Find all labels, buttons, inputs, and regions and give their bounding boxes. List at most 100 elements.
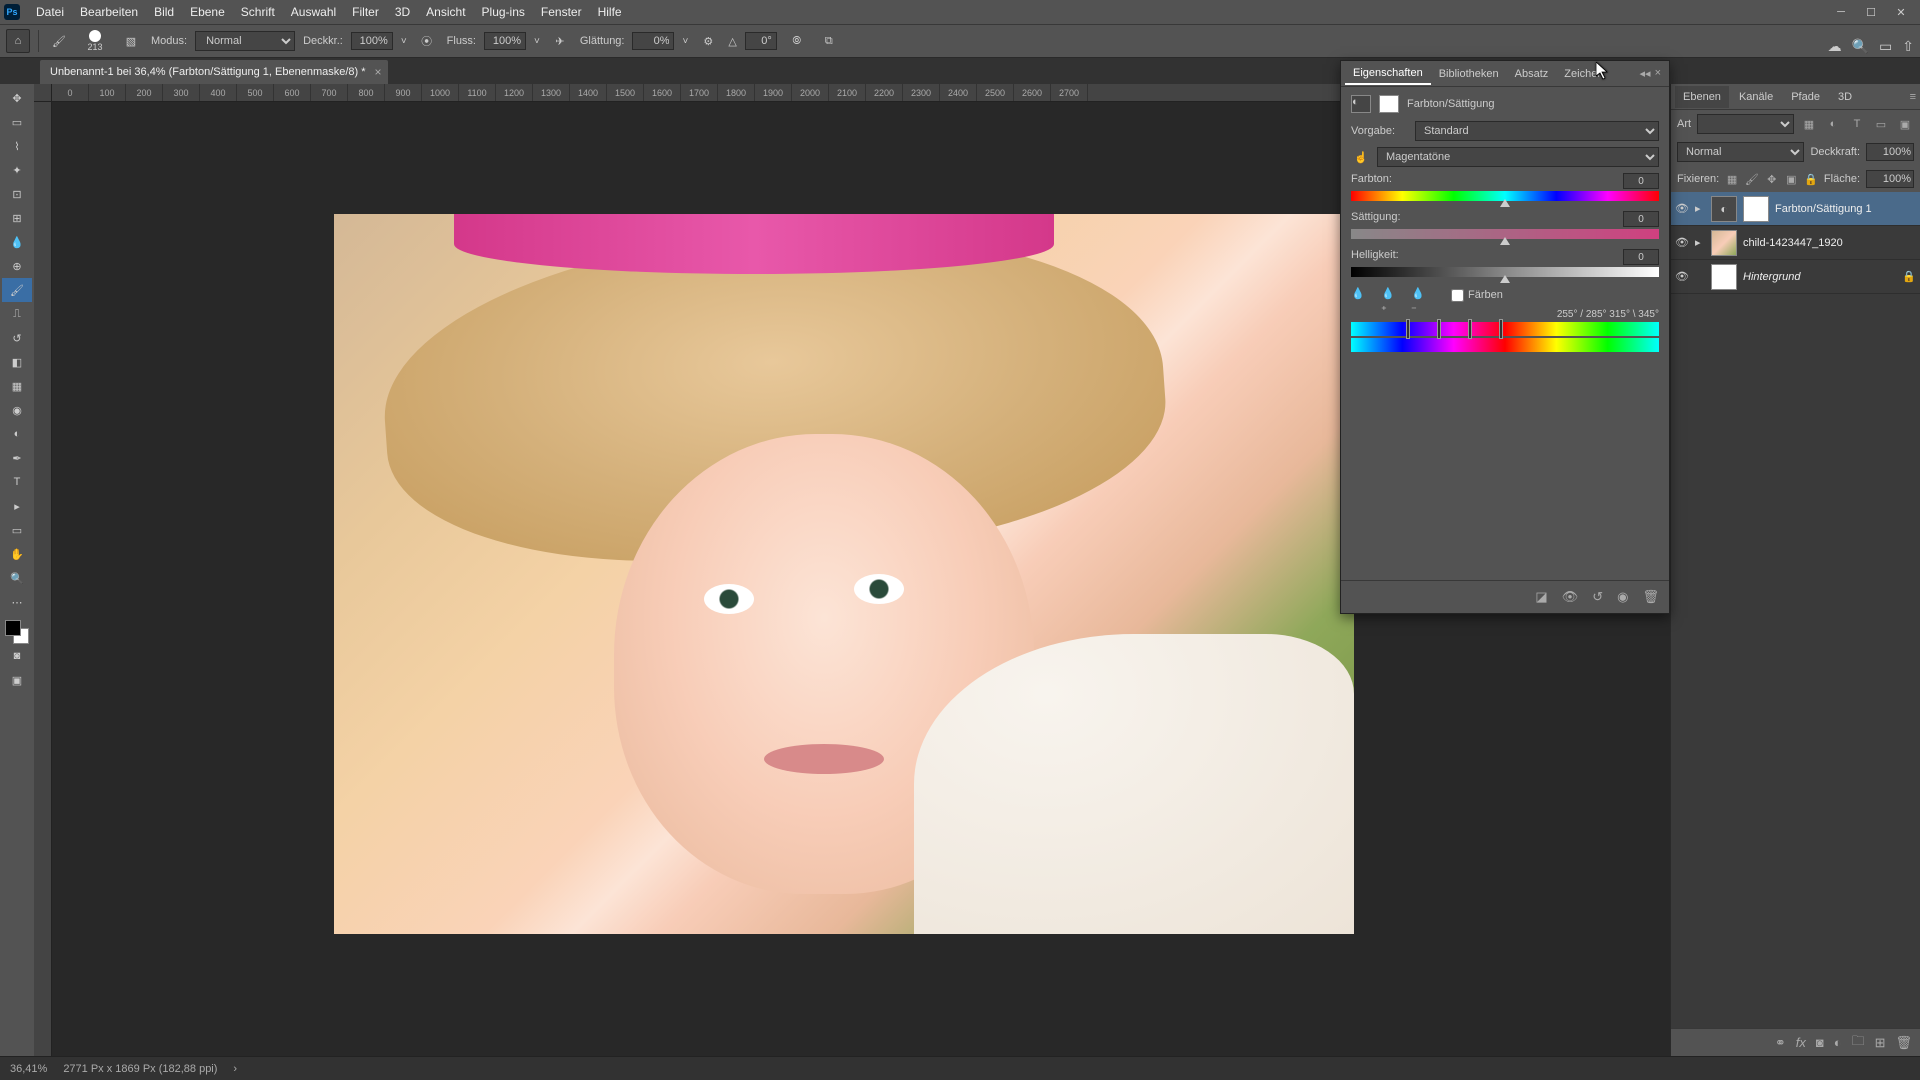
frame-icon[interactable]: ▭	[1879, 38, 1892, 55]
doc-info[interactable]: 2771 Px x 1869 Px (182,88 ppi)	[63, 1063, 217, 1075]
menu-bearbeiten[interactable]: Bearbeiten	[72, 0, 146, 24]
airbrush-icon[interactable]: ✈	[548, 29, 572, 53]
layer-name[interactable]: Farbton/Sättigung 1	[1775, 203, 1872, 215]
window-minimize[interactable]: ─	[1826, 0, 1856, 24]
group-icon[interactable]: 🗀	[1852, 1032, 1865, 1054]
blend-mode-select[interactable]: Normal	[195, 31, 295, 51]
edit-toolbar[interactable]: ⋯	[2, 590, 32, 614]
eraser-tool[interactable]: ◧	[2, 350, 32, 374]
menu-ebene[interactable]: Ebene	[182, 0, 233, 24]
kind-filter-select[interactable]	[1697, 114, 1794, 134]
marquee-tool[interactable]: ▭	[2, 110, 32, 134]
tab-eigenschaften[interactable]: Eigenschaften	[1345, 63, 1431, 85]
type-tool[interactable]: T	[2, 470, 32, 494]
wand-tool[interactable]: ✦	[2, 158, 32, 182]
color-swatch[interactable]	[5, 620, 29, 644]
tab-pfade[interactable]: Pfade	[1783, 86, 1828, 108]
saturation-value[interactable]	[1623, 211, 1659, 227]
zoom-tool[interactable]: 🔍	[2, 566, 32, 590]
tab-3d[interactable]: 3D	[1830, 86, 1860, 108]
smoothing-settings-icon[interactable]: ⚙	[696, 29, 720, 53]
cloud-icon[interactable]: ☁	[1828, 38, 1842, 55]
tab-ebenen[interactable]: Ebenen	[1675, 86, 1729, 108]
layer-fx-icon[interactable]: fx	[1796, 1035, 1806, 1050]
history-brush-tool[interactable]: ↺	[2, 326, 32, 350]
menu-datei[interactable]: Datei	[28, 0, 72, 24]
layer-huesaturation[interactable]: 👁 ▸ ◐ Farbton/Sättigung 1	[1671, 192, 1920, 226]
blur-tool[interactable]: ◉	[2, 398, 32, 422]
canvas-image[interactable]	[334, 214, 1354, 934]
shape-tool[interactable]: ▭	[2, 518, 32, 542]
eyedropper-subtract-icon[interactable]: 💧₋	[1411, 287, 1427, 303]
menu-bild[interactable]: Bild	[146, 0, 182, 24]
screenmode-tool[interactable]: ▣	[2, 668, 32, 692]
layer-blend-select[interactable]: Normal	[1677, 142, 1804, 162]
pressure-opacity-icon[interactable]: ⦿	[415, 29, 439, 53]
move-tool[interactable]: ✥	[2, 86, 32, 110]
layer-mask-icon[interactable]: ◙	[1816, 1035, 1824, 1050]
adjustment-layer-icon[interactable]: ◐	[1834, 1035, 1842, 1050]
crop-tool[interactable]: ⊡	[2, 182, 32, 206]
tab-bibliotheken[interactable]: Bibliotheken	[1431, 63, 1507, 85]
eyedropper-tool[interactable]: 💧	[2, 230, 32, 254]
close-tab-icon[interactable]: ×	[375, 65, 382, 79]
eyedropper-icon[interactable]: 💧	[1351, 287, 1367, 303]
info-chevron-icon[interactable]: ›	[233, 1063, 237, 1075]
saturation-slider[interactable]	[1351, 229, 1659, 239]
symmetry-icon[interactable]: ⧉	[817, 29, 841, 53]
tool-preset-icon[interactable]: 🖌	[47, 29, 71, 53]
toggle-visibility-icon[interactable]: ◉	[1617, 589, 1628, 605]
share-icon[interactable]: ⇧	[1902, 38, 1914, 55]
layer-thumb-mask[interactable]	[1743, 196, 1769, 222]
preset-select[interactable]: Standard	[1415, 121, 1659, 141]
properties-panel[interactable]: Eigenschaften Bibliotheken Absatz Zeiche…	[1340, 60, 1670, 614]
brush-settings-icon[interactable]: ▧	[119, 29, 143, 53]
delete-layer-icon[interactable]: 🗑	[1895, 1035, 1912, 1051]
dodge-tool[interactable]: ◐	[2, 422, 32, 446]
lock-position-icon[interactable]: ✥	[1765, 170, 1779, 188]
lock-artboard-icon[interactable]: ▣	[1785, 170, 1799, 188]
visibility-icon[interactable]: 👁	[1675, 202, 1689, 215]
visibility-icon[interactable]: 👁	[1675, 270, 1689, 283]
spectrum-top[interactable]	[1351, 322, 1659, 336]
lightness-slider[interactable]	[1351, 267, 1659, 277]
filter-shape-icon[interactable]: ▭	[1872, 115, 1890, 133]
lightness-value[interactable]	[1623, 249, 1659, 265]
zoom-level[interactable]: 36,41%	[10, 1063, 47, 1075]
menu-schrift[interactable]: Schrift	[233, 0, 283, 24]
smoothing-input[interactable]	[632, 32, 674, 50]
tab-kanaele[interactable]: Kanäle	[1731, 86, 1781, 108]
angle-input[interactable]	[745, 32, 777, 50]
doc-tab[interactable]: Unbenannt-1 bei 36,4% (Farbton/Sättigung…	[40, 60, 388, 84]
home-icon[interactable]: ⌂	[6, 29, 30, 53]
brush-preview[interactable]: 213	[79, 27, 111, 55]
layer-name[interactable]: child-1423447_1920	[1743, 237, 1843, 249]
lasso-tool[interactable]: ⌇	[2, 134, 32, 158]
layer-background[interactable]: 👁 Hintergrund 🔒	[1671, 260, 1920, 294]
opacity-input[interactable]	[351, 32, 393, 50]
layer-thumb-bg[interactable]	[1711, 264, 1737, 290]
pressure-size-icon[interactable]: ⦾	[785, 29, 809, 53]
layer-image[interactable]: 👁 ▸ child-1423447_1920	[1671, 226, 1920, 260]
colorize-checkbox[interactable]: Färben	[1451, 289, 1503, 302]
fill-input[interactable]	[1866, 170, 1914, 188]
channel-select[interactable]: Magentatöne	[1377, 147, 1659, 167]
lock-pixels-icon[interactable]: 🖌	[1745, 170, 1759, 188]
panel-menu-icon[interactable]: ≡	[1910, 91, 1916, 103]
heal-tool[interactable]: ⊕	[2, 254, 32, 278]
new-layer-icon[interactable]: ⊞	[1875, 1035, 1886, 1051]
lock-all-icon[interactable]: 🔒	[1804, 170, 1818, 188]
hue-slider[interactable]	[1351, 191, 1659, 201]
delete-adjustment-icon[interactable]: 🗑	[1642, 589, 1659, 605]
layer-name[interactable]: Hintergrund	[1743, 271, 1800, 283]
menu-auswahl[interactable]: Auswahl	[283, 0, 344, 24]
clip-to-layer-icon[interactable]: ◪	[1535, 589, 1547, 605]
layer-thumb-adjustment[interactable]: ◐	[1711, 196, 1737, 222]
reset-icon[interactable]: ↺	[1592, 589, 1603, 605]
frame-tool[interactable]: ⊞	[2, 206, 32, 230]
menu-ansicht[interactable]: Ansicht	[418, 0, 473, 24]
gradient-tool[interactable]: ▦	[2, 374, 32, 398]
layer-thumb-image[interactable]	[1711, 230, 1737, 256]
filter-smart-icon[interactable]: ▣	[1896, 115, 1914, 133]
filter-pixel-icon[interactable]: ▦	[1800, 115, 1818, 133]
